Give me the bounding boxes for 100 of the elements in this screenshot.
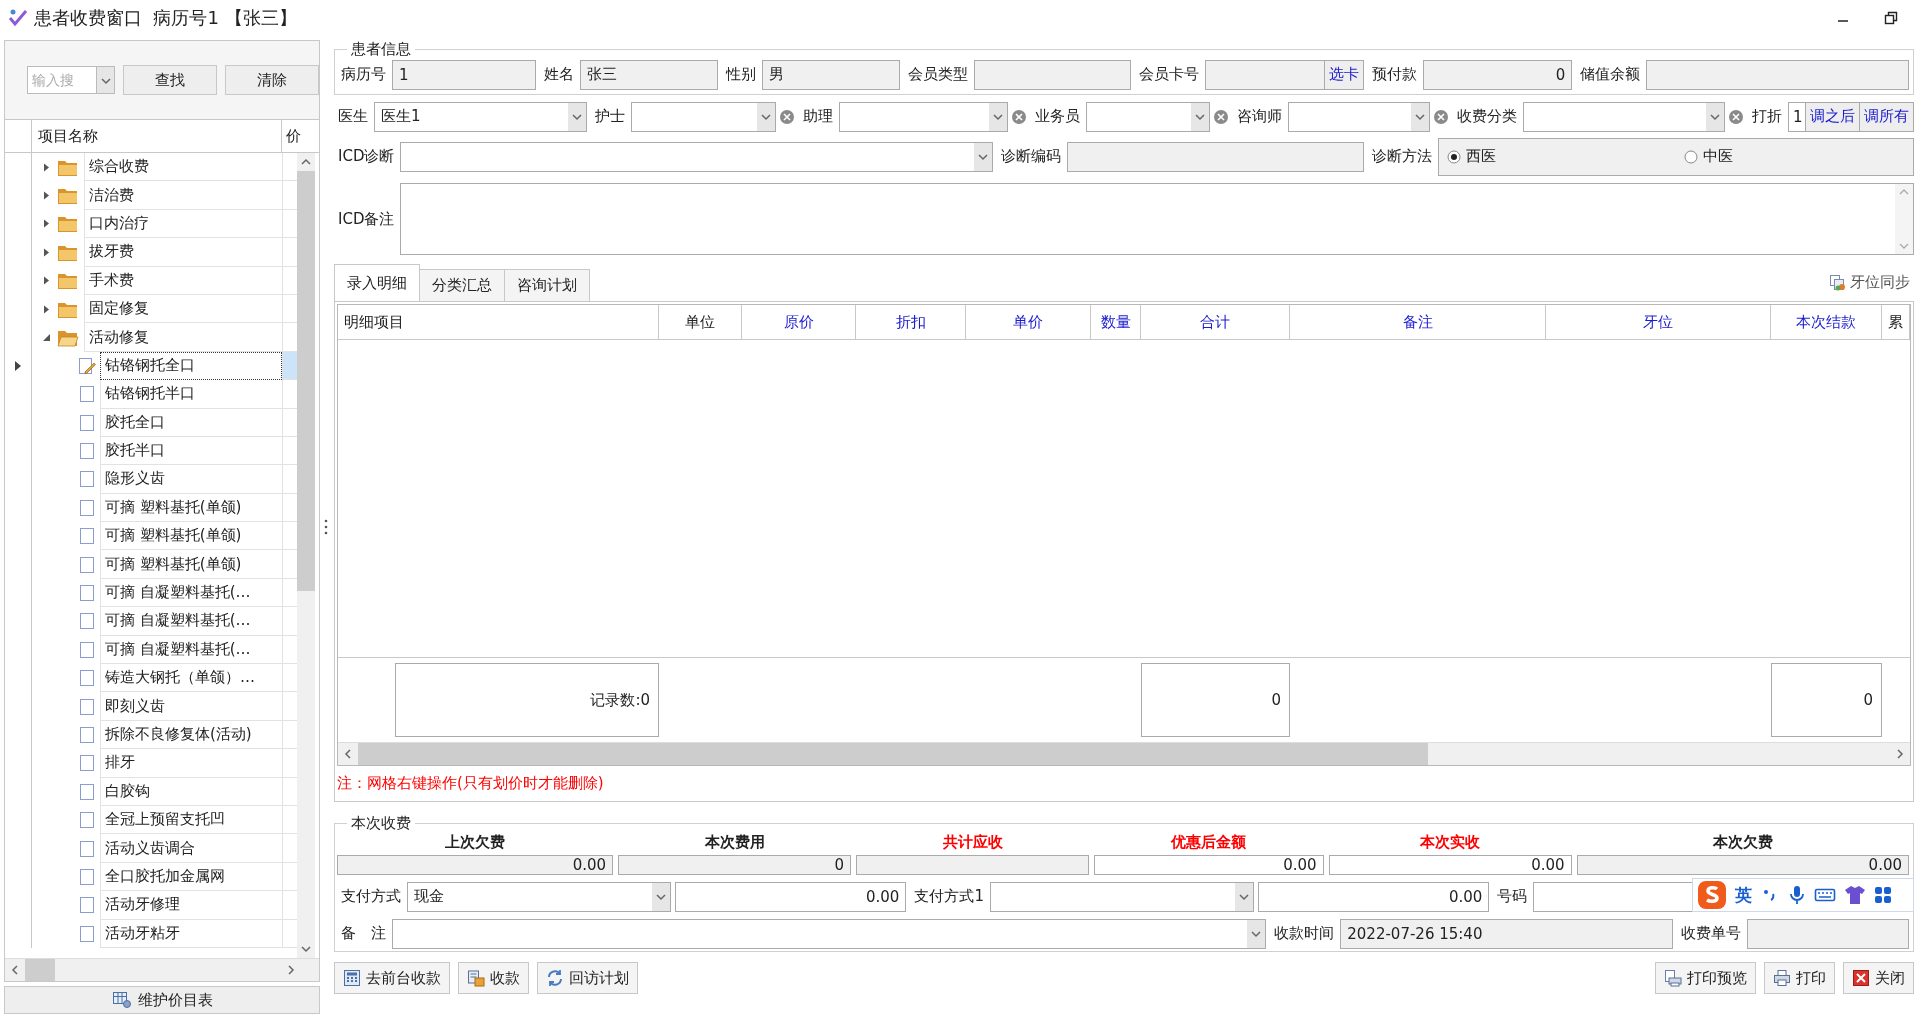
tree-item[interactable]: 洁治费 bbox=[84, 181, 282, 210]
tree-item[interactable]: 全冠上预留支托凹 bbox=[100, 806, 282, 835]
amount-field[interactable]: 0.00 bbox=[1576, 855, 1909, 875]
dropdown-field[interactable] bbox=[1085, 101, 1210, 132]
tree-item[interactable]: 可摘 自凝塑料基托(… bbox=[100, 607, 282, 636]
radio-option[interactable]: 中医 bbox=[1676, 147, 1913, 166]
toolbar-button[interactable]: 关闭 bbox=[1843, 962, 1914, 994]
tree-item[interactable]: 活动牙修理 bbox=[100, 891, 282, 920]
tree-item[interactable]: 可摘 自凝塑料基托(… bbox=[100, 578, 282, 608]
search-bar-button[interactable]: 查找 bbox=[123, 65, 217, 95]
tree-item[interactable]: 手术费 bbox=[84, 266, 282, 295]
tab[interactable]: 咨询计划 bbox=[504, 269, 590, 301]
text-field[interactable]: 0 bbox=[1422, 59, 1573, 90]
horizontal-scrollbar[interactable] bbox=[338, 742, 1910, 765]
tree-item[interactable]: 胶托全口 bbox=[100, 408, 282, 437]
tree-item[interactable]: 隐形义齿 bbox=[100, 465, 282, 494]
amount-field[interactable]: 0.00 bbox=[674, 881, 907, 912]
splitter-grip-icon[interactable] bbox=[324, 519, 328, 535]
scrollbar-thumb[interactable] bbox=[358, 743, 1428, 765]
expanded-arrow-icon[interactable] bbox=[42, 333, 51, 343]
tree-item[interactable]: 钴铬钢托半口 bbox=[100, 380, 282, 409]
tree-item[interactable]: 固定修复 bbox=[84, 294, 282, 324]
clear-icon[interactable] bbox=[1433, 108, 1450, 125]
toolbar-button[interactable]: 去前台收款 bbox=[334, 962, 450, 994]
dropdown-field[interactable] bbox=[1523, 101, 1725, 132]
dropdown-arrow-icon[interactable] bbox=[97, 67, 114, 93]
collapsed-arrow-icon[interactable] bbox=[42, 162, 51, 172]
tree-item[interactable]: 综合收费 bbox=[84, 153, 282, 182]
horizontal-scrollbar[interactable] bbox=[5, 958, 319, 981]
tree-item[interactable]: 口内治疗 bbox=[84, 209, 282, 239]
text-field[interactable] bbox=[1746, 918, 1909, 949]
clear-icon[interactable] bbox=[1728, 108, 1744, 125]
amount-field[interactable] bbox=[856, 855, 1090, 875]
clear-icon[interactable] bbox=[1010, 108, 1027, 125]
radio-option[interactable]: 西医 bbox=[1439, 147, 1677, 166]
tree-item[interactable]: 拔牙费 bbox=[84, 238, 282, 267]
tab[interactable]: 录入明细 bbox=[334, 264, 420, 301]
tree-item[interactable]: 可摘 自凝塑料基托(… bbox=[100, 635, 282, 665]
dropdown-field[interactable] bbox=[631, 101, 776, 132]
dropdown-field[interactable] bbox=[838, 101, 1008, 132]
dropdown-field[interactable]: 现金 bbox=[407, 881, 671, 912]
collapsed-arrow-icon[interactable] bbox=[42, 219, 51, 229]
remark-text-area[interactable] bbox=[400, 183, 1914, 255]
vertical-scrollbar[interactable] bbox=[297, 153, 315, 958]
apply-discount-button[interactable]: 调所有 bbox=[1860, 101, 1914, 132]
clear-icon[interactable] bbox=[1213, 108, 1229, 125]
dropdown-field[interactable] bbox=[400, 141, 993, 172]
tab[interactable]: 分类汇总 bbox=[419, 269, 505, 301]
select-card-button[interactable]: 选卡 bbox=[1324, 59, 1364, 90]
dropdown-field[interactable] bbox=[989, 881, 1254, 912]
tree-item[interactable]: 即刻义齿 bbox=[100, 692, 282, 721]
text-field[interactable]: 1 bbox=[392, 59, 537, 90]
toolbar-button[interactable]: 收款 bbox=[458, 962, 529, 994]
amount-field[interactable]: 0.00 bbox=[337, 855, 614, 875]
dropdown-field[interactable]: 医生1 bbox=[374, 101, 588, 132]
tree-item[interactable]: 可摘 塑料基托(单颌) bbox=[100, 522, 282, 551]
text-field[interactable]: 男 bbox=[762, 59, 901, 90]
tree-item[interactable]: 拆除不良修复体(活动) bbox=[100, 720, 282, 750]
amount-field[interactable]: 0.00 bbox=[1094, 855, 1324, 875]
scrollbar-thumb[interactable] bbox=[25, 959, 55, 981]
tree-item[interactable]: 活动牙粘牙 bbox=[100, 919, 282, 948]
text-field[interactable]: 张三 bbox=[580, 59, 719, 90]
text-field[interactable] bbox=[1205, 59, 1325, 90]
tree-item[interactable]: 胶托半口 bbox=[100, 436, 282, 466]
text-field[interactable] bbox=[1646, 59, 1909, 90]
scrollbar-thumb[interactable] bbox=[297, 171, 315, 591]
shirt-icon[interactable] bbox=[1844, 885, 1866, 905]
microphone-icon[interactable] bbox=[1788, 884, 1806, 906]
tree-item[interactable]: 可摘 塑料基托(单颌) bbox=[100, 493, 282, 523]
collapsed-arrow-icon[interactable] bbox=[42, 191, 51, 201]
toolbar-button[interactable]: 打印 bbox=[1764, 962, 1835, 994]
restore-icon[interactable] bbox=[1884, 11, 1898, 25]
apps-grid-icon[interactable] bbox=[1874, 886, 1892, 904]
search-bar-button[interactable]: 清除 bbox=[225, 65, 319, 95]
tree-item[interactable]: 活动修复 bbox=[84, 323, 282, 352]
tree-item[interactable]: 白胶钩 bbox=[100, 777, 282, 806]
tree-item[interactable]: 铸造大钢托（单颌）… bbox=[100, 664, 282, 693]
tooth-sync-link[interactable]: 牙位同步 bbox=[1829, 273, 1910, 292]
toolbar-button[interactable]: 回访计划 bbox=[537, 962, 638, 994]
tree-item[interactable]: 活动义齿调合 bbox=[100, 834, 282, 863]
text-field[interactable] bbox=[974, 59, 1132, 90]
vertical-scrollbar[interactable] bbox=[1895, 184, 1913, 254]
maintain-price-list-button[interactable]: 维护价目表 bbox=[4, 986, 320, 1014]
search-field[interactable]: 输入搜 bbox=[27, 66, 97, 94]
text-field[interactable]: 2022-07-26 15:40 bbox=[1340, 918, 1673, 949]
text-field[interactable] bbox=[1066, 141, 1365, 172]
discount-field[interactable]: 1 bbox=[1788, 101, 1806, 132]
amount-field[interactable]: 0.00 bbox=[1328, 855, 1572, 875]
dropdown-field[interactable] bbox=[392, 918, 1267, 949]
keyboard-icon[interactable] bbox=[1814, 886, 1836, 904]
clear-icon[interactable] bbox=[778, 108, 795, 125]
tree-item[interactable]: 排牙 bbox=[100, 749, 282, 778]
amount-field[interactable]: 0.00 bbox=[1257, 881, 1490, 912]
tree-item[interactable]: 全口胶托加金属网 bbox=[100, 862, 282, 892]
toolbar-button[interactable]: 打印预览 bbox=[1655, 962, 1756, 994]
tree-item[interactable]: 可摘 塑料基托(单颌) bbox=[100, 550, 282, 579]
collapsed-arrow-icon[interactable] bbox=[42, 276, 51, 286]
amount-field[interactable]: 0 bbox=[618, 855, 852, 875]
collapsed-arrow-icon[interactable] bbox=[42, 247, 51, 257]
apply-discount-button[interactable]: 调之后 bbox=[1806, 101, 1860, 132]
